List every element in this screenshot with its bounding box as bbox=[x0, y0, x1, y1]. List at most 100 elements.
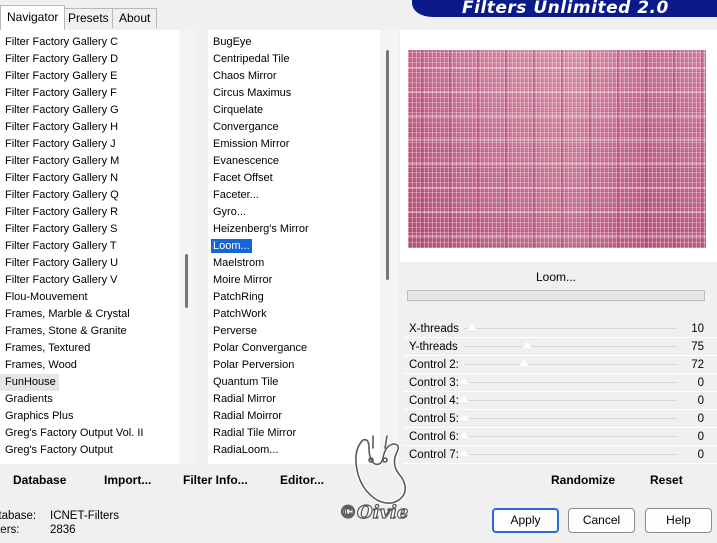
category-scroll-thumb[interactable] bbox=[185, 254, 188, 308]
filter-item[interactable]: PatchRing bbox=[208, 289, 380, 306]
help-button[interactable]: Help bbox=[645, 508, 712, 533]
preview-image bbox=[408, 50, 706, 248]
control-slider-knob[interactable] bbox=[459, 432, 469, 438]
control-slider-track[interactable] bbox=[464, 454, 677, 455]
filter-item-label: Radial Mirror bbox=[213, 393, 276, 405]
control-slider-row[interactable]: Control 3: 0 bbox=[404, 374, 717, 392]
control-slider-track[interactable] bbox=[464, 364, 677, 365]
filter-item[interactable]: Facet Offset bbox=[208, 170, 380, 187]
category-item[interactable]: Gradients bbox=[0, 391, 179, 408]
filter-item[interactable]: Perverse bbox=[208, 323, 380, 340]
category-item[interactable]: FunHouse bbox=[0, 374, 59, 391]
filter-item[interactable]: Polar Perversion bbox=[208, 357, 380, 374]
category-item[interactable]: Flou-Mouvement bbox=[0, 289, 179, 306]
category-item[interactable]: Filter Factory Gallery C bbox=[0, 34, 179, 51]
filter-item[interactable]: Quantum Tile bbox=[208, 374, 380, 391]
control-slider-row[interactable]: X-threads 10 bbox=[404, 320, 717, 338]
filter-item[interactable]: Emission Mirror bbox=[208, 136, 380, 153]
filter-item[interactable]: BugEye bbox=[208, 34, 380, 51]
tab-navigator[interactable]: Navigator bbox=[0, 5, 66, 30]
category-scrollbar[interactable] bbox=[179, 30, 197, 464]
category-item[interactable]: Filter Factory Gallery G bbox=[0, 102, 179, 119]
filter-item[interactable]: Centripedal Tile bbox=[208, 51, 380, 68]
watermark-logo: ©Oivie bbox=[338, 434, 409, 524]
filter-item[interactable]: Faceter... bbox=[208, 187, 380, 204]
category-item[interactable]: Frames, Marble & Crystal bbox=[0, 306, 179, 323]
category-item[interactable]: Filter Factory Gallery Q bbox=[0, 187, 179, 204]
filter-item[interactable]: Radial Mirror bbox=[208, 391, 380, 408]
filter-item[interactable]: PatchWork bbox=[208, 306, 380, 323]
control-slider-track[interactable] bbox=[464, 346, 677, 347]
filter-item-label: Polar Perversion bbox=[213, 359, 295, 371]
control-slider-row[interactable]: Y-threads 75 bbox=[404, 338, 717, 356]
randomize-button[interactable]: Randomize bbox=[551, 473, 615, 487]
filter-item-selected[interactable]: Loom... bbox=[208, 238, 380, 255]
category-item[interactable]: Frames, Textured bbox=[0, 340, 179, 357]
control-slider-row[interactable]: Control 4: 0 bbox=[404, 392, 717, 410]
filters-count: 2836 bbox=[50, 524, 76, 536]
category-item[interactable]: Filter Factory Gallery J bbox=[0, 136, 179, 153]
filter-item[interactable]: Chaos Mirror bbox=[208, 68, 380, 85]
editor-button[interactable]: Editor... bbox=[280, 473, 324, 487]
category-item[interactable]: Greg's Factory Output Vol. II bbox=[0, 425, 179, 442]
control-slider-row[interactable]: Control 5: 0 bbox=[404, 410, 717, 428]
filter-item-label: Evanescence bbox=[213, 155, 280, 167]
control-value: 0 bbox=[697, 413, 704, 425]
tab-presets[interactable]: Presets bbox=[61, 8, 116, 28]
filter-item[interactable]: Moire Mirror bbox=[208, 272, 380, 289]
filter-item-label: Radial Tile Mirror bbox=[213, 427, 297, 439]
control-slider-track[interactable] bbox=[464, 382, 677, 383]
filter-item[interactable]: Cirquelate bbox=[208, 102, 380, 119]
control-slider-row[interactable]: Control 2: 72 bbox=[404, 356, 717, 374]
filter-item-label: PatchRing bbox=[213, 291, 264, 303]
category-item[interactable]: Filter Factory Gallery U bbox=[0, 255, 179, 272]
category-item[interactable]: Frames, Wood bbox=[0, 357, 179, 374]
category-item[interactable]: Graphics Plus bbox=[0, 408, 179, 425]
control-slider-knob[interactable] bbox=[459, 396, 469, 402]
category-item[interactable]: Filter Factory Gallery R bbox=[0, 204, 179, 221]
control-slider-track[interactable] bbox=[464, 328, 677, 329]
category-item[interactable]: Filter Factory Gallery F bbox=[0, 85, 179, 102]
control-slider-knob[interactable] bbox=[467, 324, 478, 330]
control-slider-row[interactable]: Control 6: 0 bbox=[404, 428, 717, 446]
filter-info-button[interactable]: Filter Info... bbox=[183, 473, 248, 487]
filter-item[interactable]: Polar Convergance bbox=[208, 340, 380, 357]
category-item[interactable]: Filter Factory Gallery E bbox=[0, 68, 179, 85]
apply-button[interactable]: Apply bbox=[492, 508, 559, 533]
filter-item[interactable]: Evanescence bbox=[208, 153, 380, 170]
database-button[interactable]: Database bbox=[13, 473, 66, 487]
import-button[interactable]: Import... bbox=[104, 473, 151, 487]
filter-item-label: Gyro... bbox=[213, 206, 247, 218]
control-slider-knob[interactable] bbox=[459, 378, 469, 384]
filter-item[interactable]: Gyro... bbox=[208, 204, 380, 221]
control-slider-knob[interactable] bbox=[459, 414, 469, 420]
filter-item[interactable]: Heizenberg's Mirror bbox=[208, 221, 380, 238]
control-slider-row[interactable]: Control 7: 0 bbox=[404, 446, 717, 464]
filter-item[interactable]: Maelstrom bbox=[208, 255, 380, 272]
category-item[interactable]: Filter Factory Gallery V bbox=[0, 272, 179, 289]
control-slider-knob[interactable] bbox=[519, 360, 530, 366]
filter-scroll-thumb[interactable] bbox=[386, 50, 389, 280]
reset-button[interactable]: Reset bbox=[650, 473, 683, 487]
category-item[interactable]: Greg's Factory Output bbox=[0, 442, 179, 459]
selected-filter-name: Loom... bbox=[406, 266, 706, 288]
filter-item[interactable]: Convergance bbox=[208, 119, 380, 136]
control-slider-track[interactable] bbox=[464, 418, 677, 419]
category-item[interactable]: Filter Factory Gallery H bbox=[0, 119, 179, 136]
filter-scrollbar[interactable] bbox=[380, 30, 398, 464]
control-slider-track[interactable] bbox=[464, 436, 677, 437]
category-item[interactable]: Filter Factory Gallery M bbox=[0, 153, 179, 170]
category-item[interactable]: Filter Factory Gallery S bbox=[0, 221, 179, 238]
control-slider-knob[interactable] bbox=[521, 342, 532, 348]
category-item[interactable]: Frames, Stone & Granite bbox=[0, 323, 179, 340]
control-slider-track[interactable] bbox=[464, 400, 677, 401]
cancel-button[interactable]: Cancel bbox=[568, 508, 635, 533]
filter-item[interactable]: Circus Maximus bbox=[208, 85, 380, 102]
category-item[interactable]: Filter Factory Gallery N bbox=[0, 170, 179, 187]
filter-item[interactable]: Radial Moirror bbox=[208, 408, 380, 425]
category-item[interactable]: Filter Factory Gallery T bbox=[0, 238, 179, 255]
category-item[interactable]: Filter Factory Gallery D bbox=[0, 51, 179, 68]
control-slider-knob[interactable] bbox=[459, 450, 469, 456]
tab-about[interactable]: About bbox=[112, 8, 158, 28]
app-title-banner: Filters Unlimited 2.0 bbox=[412, 0, 717, 17]
